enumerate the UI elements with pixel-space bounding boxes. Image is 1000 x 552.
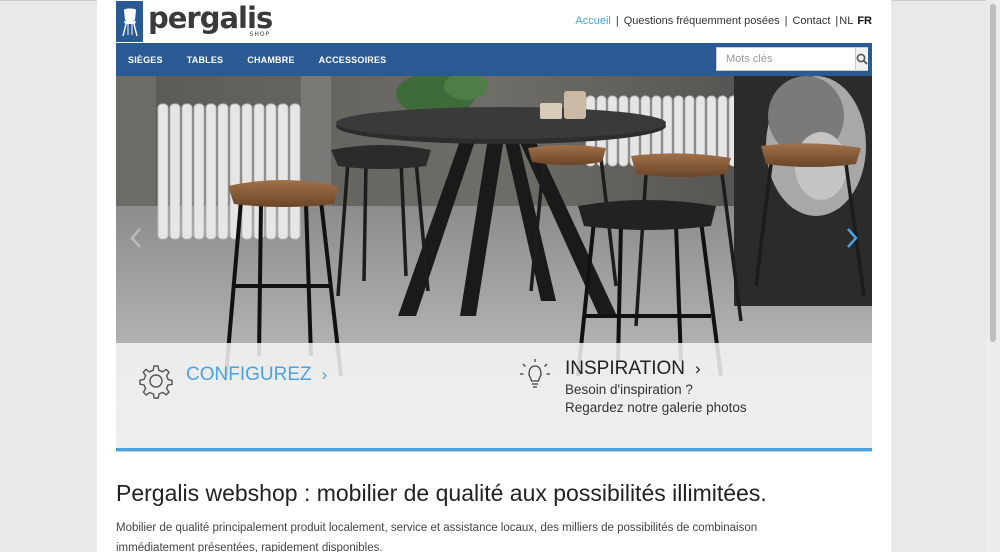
- chevron-left-icon: [130, 228, 141, 248]
- search-icon: [856, 53, 868, 65]
- logo[interactable]: pergalis SHOP: [116, 1, 273, 42]
- panel-accent-bar: [116, 448, 872, 451]
- page: pergalis SHOP Accueil | Questions fréque…: [97, 0, 891, 552]
- page-heading: Pergalis webshop : mobilier de qualité a…: [116, 480, 767, 506]
- hero-banner: CONFIGUREZ › INSPIRATION › Besoin d'insp…: [116, 76, 872, 452]
- inspiration-promo[interactable]: INSPIRATION › Besoin d'inspiration ? Reg…: [517, 357, 747, 417]
- logo-name: pergalis: [148, 1, 273, 35]
- lightbulb-icon: [520, 359, 550, 388]
- chevron-right-icon: [847, 228, 858, 248]
- page-scrollbar[interactable]: [986, 0, 1000, 552]
- nav-item-chambre[interactable]: CHAMBRE: [235, 55, 306, 65]
- intro-text: Mobilier de qualité principalement produ…: [116, 522, 758, 552]
- chevron-right-icon: ›: [321, 365, 328, 384]
- chevron-right-icon: ›: [695, 359, 701, 378]
- configure-promo[interactable]: CONFIGUREZ ›: [138, 363, 327, 399]
- main-navigation: SIÈGES TABLES CHAMBRE ACCESSOIRES: [116, 43, 872, 76]
- scrollbar-thumb[interactable]: [990, 4, 996, 342]
- logo-tagline: SHOP: [249, 31, 271, 38]
- top-navigation: Accueil | Questions fréquemment posées |…: [575, 15, 872, 27]
- chair-logo-icon: [116, 1, 143, 42]
- search-input[interactable]: [717, 48, 855, 70]
- nav-item-tables[interactable]: TABLES: [175, 55, 236, 65]
- nav-item-sieges[interactable]: SIÈGES: [116, 55, 175, 65]
- inspiration-line-1: Besoin d'inspiration ?: [565, 382, 693, 397]
- carousel-prev-button[interactable]: [126, 226, 146, 250]
- search-box: [716, 47, 868, 71]
- gear-icon: [139, 365, 173, 399]
- inspiration-line-2: Regardez notre galerie photos: [565, 400, 747, 415]
- language-nl[interactable]: NL: [839, 15, 853, 27]
- nav-link-accueil[interactable]: Accueil: [575, 15, 610, 27]
- nav-item-accessoires[interactable]: ACCESSOIRES: [307, 55, 399, 65]
- configure-title: CONFIGUREZ: [186, 364, 312, 385]
- language-fr[interactable]: FR: [857, 15, 872, 27]
- inspiration-title: INSPIRATION: [565, 358, 685, 379]
- nav-link-contact[interactable]: Contact: [792, 15, 830, 27]
- carousel-next-button[interactable]: [842, 226, 862, 250]
- search-button[interactable]: [855, 48, 868, 70]
- hero-promo-panel: CONFIGUREZ › INSPIRATION › Besoin d'insp…: [116, 343, 872, 451]
- nav-link-faq[interactable]: Questions fréquemment posées: [624, 15, 780, 27]
